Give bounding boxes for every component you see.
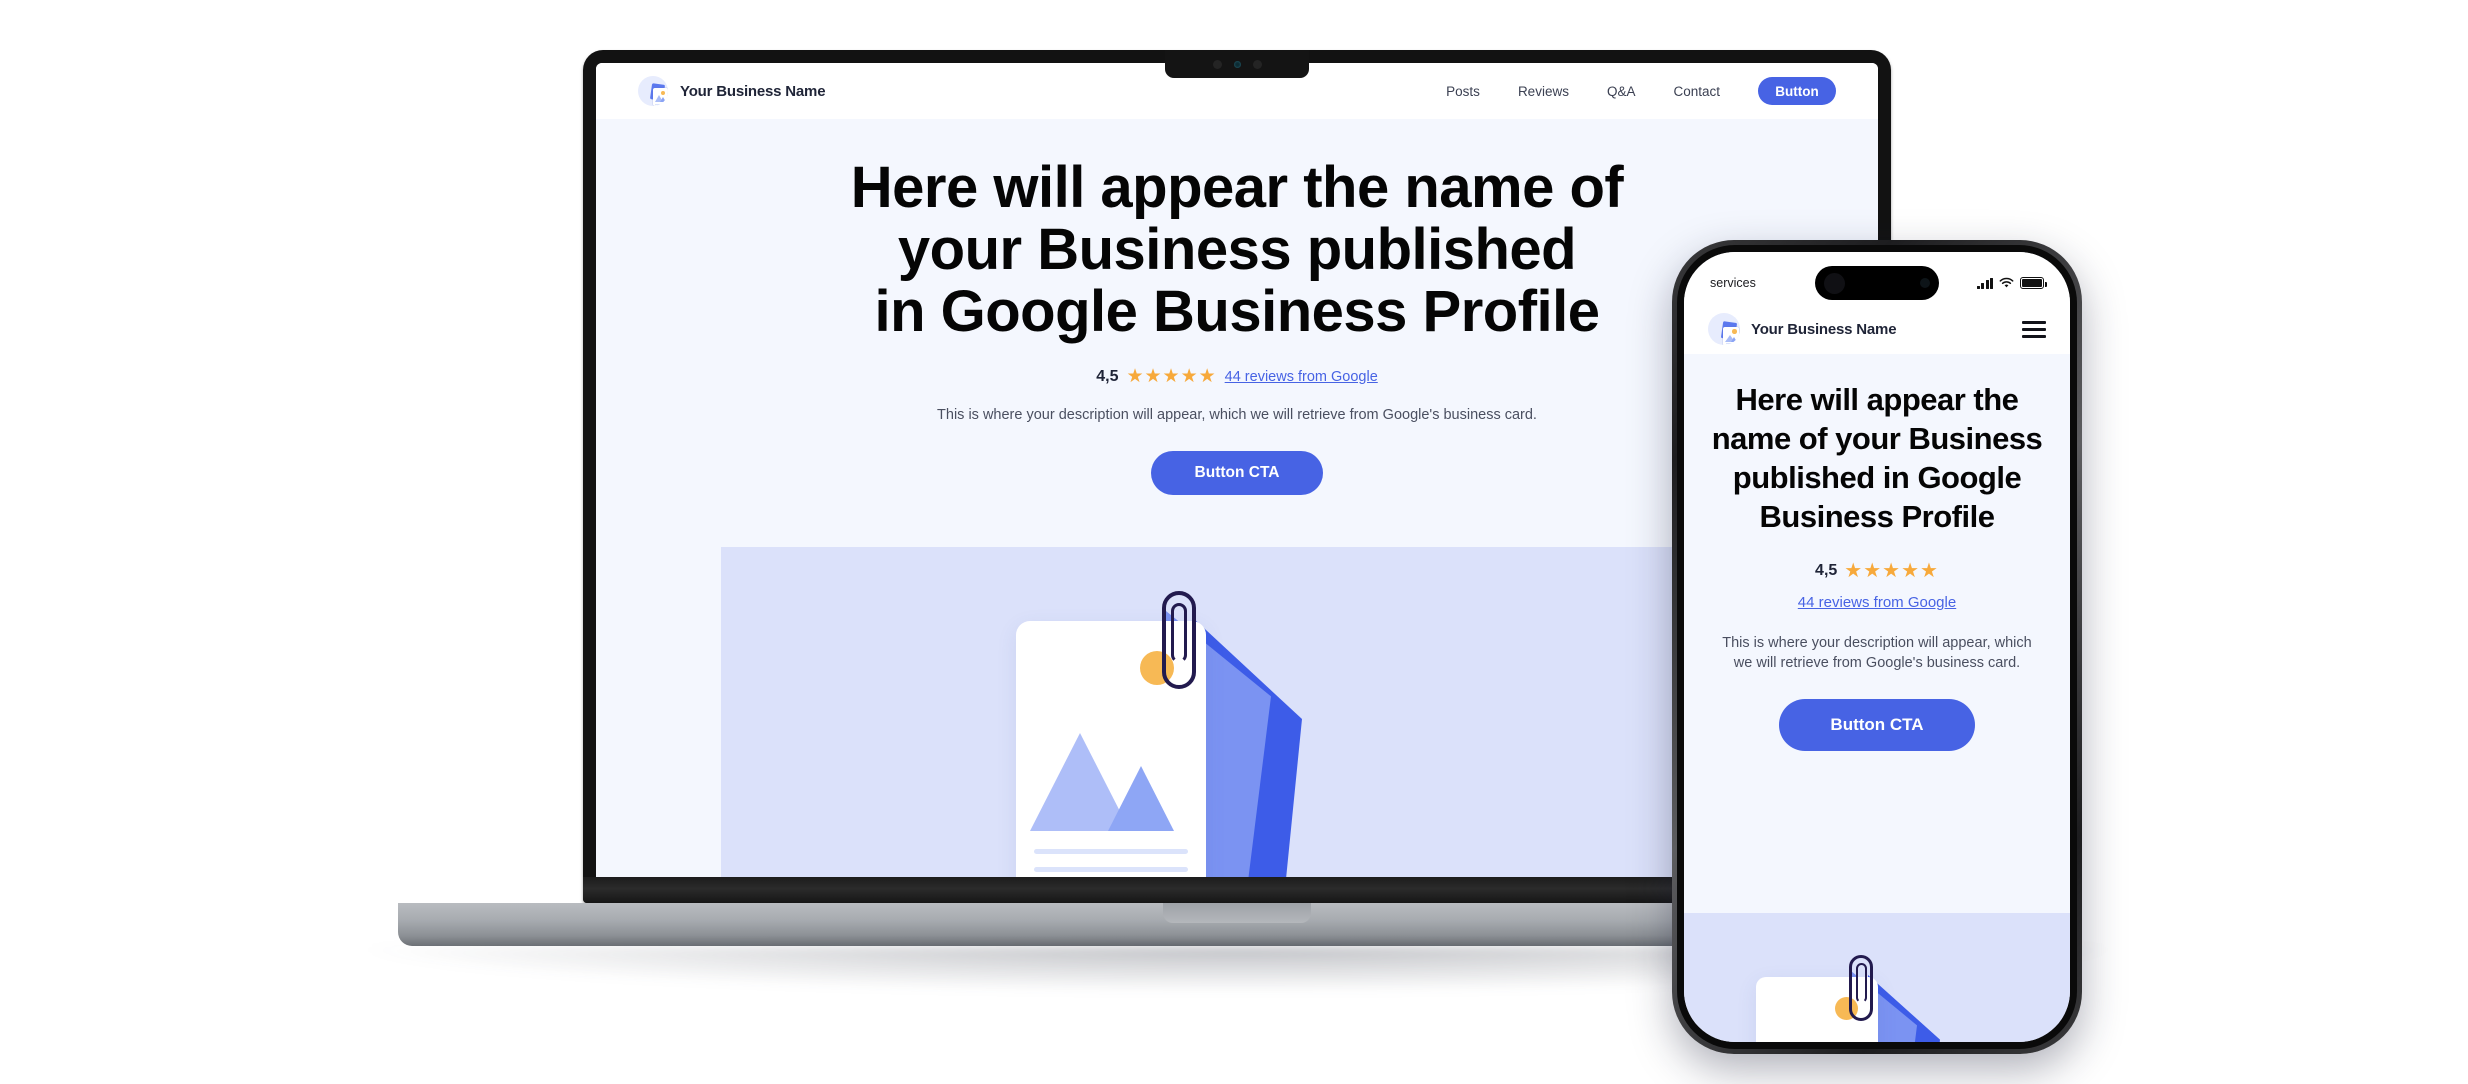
hero-heading-line-3: in Google Business Profile: [874, 279, 1600, 344]
webcam-lens-icon: [1233, 60, 1241, 68]
phone-screen: services Your Business Name Here will ap…: [1684, 252, 2070, 1042]
illustration-band: [1684, 913, 2070, 1042]
cellular-signal-icon: [1976, 277, 1993, 289]
nav-link-contact[interactable]: Contact: [1673, 84, 1720, 99]
desktop-nav-links: Posts Reviews Q&A Contact Button: [1446, 77, 1836, 105]
mobile-navbar: Your Business Name: [1684, 304, 2070, 354]
front-camera-icon: [1824, 272, 1845, 294]
status-icons: [1976, 277, 2047, 289]
face-id-sensor-icon: [1920, 278, 1930, 288]
paperclip-icon: [1162, 591, 1196, 689]
reviews-link[interactable]: 44 reviews from Google: [1798, 594, 1956, 611]
cta-button[interactable]: Button CTA: [1151, 451, 1323, 495]
hero-heading-line-3: published in Google: [1732, 460, 2022, 495]
text-line: [1034, 849, 1188, 854]
business-photo-card-icon: [1708, 313, 1740, 345]
nav-button[interactable]: Button: [1758, 77, 1836, 105]
wifi-icon: [1999, 277, 2014, 288]
image-document-with-paperclip-illustration: [1016, 591, 1486, 877]
brand-name: Your Business Name: [680, 82, 826, 100]
nav-link-reviews[interactable]: Reviews: [1518, 84, 1569, 99]
business-photo-card-icon: [638, 76, 668, 106]
laptop-webcam-notch: [1165, 50, 1309, 78]
mobile-hero: Here will appear the name of your Busine…: [1684, 354, 2070, 751]
rating-row: 4,5 ★★★★★: [1708, 558, 2046, 583]
brand-name: Your Business Name: [1751, 320, 1897, 338]
nav-link-posts[interactable]: Posts: [1446, 84, 1480, 99]
laptop-base-notch: [1163, 903, 1311, 923]
rating-value: 4,5: [1096, 367, 1119, 385]
carrier-label: services: [1710, 276, 1756, 290]
cta-button[interactable]: Button CTA: [1779, 699, 1975, 751]
paperclip-icon: [1849, 955, 1873, 1021]
hamburger-menu-icon[interactable]: [2022, 320, 2046, 338]
webcam-dot-left-icon: [1212, 59, 1222, 69]
hero-heading-line-2: name of your Business: [1711, 421, 2043, 456]
reviews-link-row: 44 reviews from Google: [1708, 594, 2046, 611]
dynamic-island: [1815, 266, 1939, 300]
text-line: [1034, 867, 1188, 872]
hero-heading-line-4: Business Profile: [1759, 499, 1995, 534]
image-document-with-paperclip-illustration: [1756, 955, 2016, 1042]
star-rating-icon: ★★★★★: [1844, 560, 1939, 582]
hero-heading-line-1: Here will appear the name of: [850, 155, 1624, 220]
desktop-brand[interactable]: Your Business Name: [638, 76, 826, 106]
phone-device-mockup: services Your Business Name Here will ap…: [1672, 240, 2082, 1054]
phone-frame: services Your Business Name Here will ap…: [1672, 240, 2082, 1054]
star-rating-icon: ★★★★★: [1126, 366, 1217, 387]
page-title: Here will appear the name of your Busine…: [1708, 380, 2046, 536]
nav-link-qa[interactable]: Q&A: [1607, 84, 1636, 99]
phone-bezel: services Your Business Name Here will ap…: [1677, 245, 2077, 1049]
reviews-link[interactable]: 44 reviews from Google: [1225, 369, 1378, 385]
hero-description: This is where your description will appe…: [1722, 635, 2032, 671]
webcam-dot-right-icon: [1252, 59, 1262, 69]
rating-value: 4,5: [1815, 561, 1838, 579]
hero-heading-line-2: your Business published: [897, 217, 1577, 282]
mountain-icon-small: [1108, 766, 1174, 831]
screenshot-stage: Your Business Name Posts Reviews Q&A Con…: [0, 0, 2468, 1084]
hero-heading-line-1: Here will appear the: [1735, 382, 2019, 417]
battery-full-icon: [2020, 277, 2047, 289]
mobile-brand[interactable]: Your Business Name: [1708, 313, 1897, 345]
